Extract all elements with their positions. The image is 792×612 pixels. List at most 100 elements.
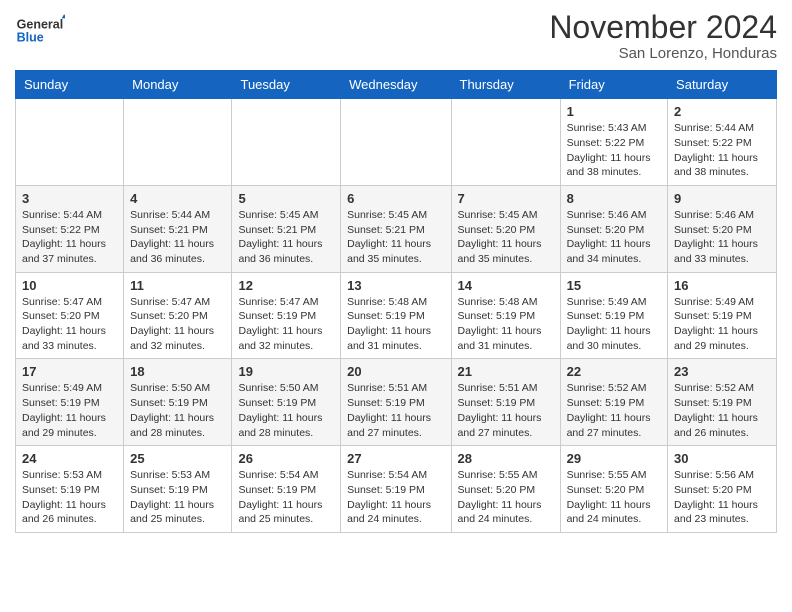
day-number: 4 bbox=[130, 191, 225, 206]
day-cell: 11Sunrise: 5:47 AMSunset: 5:20 PMDayligh… bbox=[124, 272, 232, 359]
day-number: 8 bbox=[567, 191, 661, 206]
day-info: Sunrise: 5:47 AMSunset: 5:19 PMDaylight:… bbox=[238, 295, 334, 354]
day-number: 16 bbox=[674, 278, 770, 293]
day-info: Sunrise: 5:47 AMSunset: 5:20 PMDaylight:… bbox=[22, 295, 117, 354]
day-cell: 4Sunrise: 5:44 AMSunset: 5:21 PMDaylight… bbox=[124, 185, 232, 272]
header: General Blue November 2024 San Lorenzo, … bbox=[15, 10, 777, 62]
day-cell: 8 Sunrise: 5:46 AMSunset: 5:20 PMDaylight… bbox=[560, 185, 667, 272]
day-number: 22 bbox=[567, 364, 661, 379]
day-number: 5 bbox=[238, 191, 334, 206]
day-cell: 24 Sunrise: 5:53 AMSunset: 5:19 PMDayligh… bbox=[16, 446, 124, 533]
day-info: Sunrise: 5:44 AMSunset: 5:22 PMDaylight:… bbox=[674, 121, 770, 180]
location: San Lorenzo, Honduras bbox=[549, 45, 777, 62]
day-number: 21 bbox=[458, 364, 554, 379]
day-number: 24 bbox=[22, 451, 117, 466]
day-cell: 18 Sunrise: 5:50 AMSunset: 5:19 PMDayligh… bbox=[124, 359, 232, 446]
day-cell: 15Sunrise: 5:49 AMSunset: 5:19 PMDayligh… bbox=[560, 272, 667, 359]
svg-text:Blue: Blue bbox=[17, 31, 44, 45]
day-number: 19 bbox=[238, 364, 334, 379]
day-cell: 29Sunrise: 5:55 AMSunset: 5:20 PMDayligh… bbox=[560, 446, 667, 533]
day-number: 20 bbox=[347, 364, 444, 379]
day-cell: 2 Sunrise: 5:44 AMSunset: 5:22 PMDaylight… bbox=[668, 99, 777, 186]
day-cell: 1Sunrise: 5:43 AMSunset: 5:22 PMDaylight… bbox=[560, 99, 667, 186]
day-cell: 28 Sunrise: 5:55 AMSunset: 5:20 PMDayligh… bbox=[451, 446, 560, 533]
day-info: Sunrise: 5:48 AMSunset: 5:19 PMDaylight:… bbox=[458, 295, 554, 354]
day-cell bbox=[124, 99, 232, 186]
month-title: November 2024 bbox=[549, 10, 777, 45]
day-cell: 21Sunrise: 5:51 AMSunset: 5:19 PMDayligh… bbox=[451, 359, 560, 446]
day-cell bbox=[341, 99, 451, 186]
calendar: SundayMondayTuesdayWednesdayThursdayFrid… bbox=[15, 70, 777, 533]
day-cell: 3Sunrise: 5:44 AMSunset: 5:22 PMDaylight… bbox=[16, 185, 124, 272]
col-header-saturday: Saturday bbox=[668, 71, 777, 99]
day-cell: 14 Sunrise: 5:48 AMSunset: 5:19 PMDayligh… bbox=[451, 272, 560, 359]
day-cell: 9 Sunrise: 5:46 AMSunset: 5:20 PMDaylight… bbox=[668, 185, 777, 272]
day-info: Sunrise: 5:53 AMSunset: 5:19 PMDaylight:… bbox=[130, 468, 225, 527]
col-header-wednesday: Wednesday bbox=[341, 71, 451, 99]
day-info: Sunrise: 5:46 AMSunset: 5:20 PMDaylight:… bbox=[674, 208, 770, 267]
day-cell bbox=[16, 99, 124, 186]
page: General Blue November 2024 San Lorenzo, … bbox=[0, 0, 792, 548]
day-cell: 13 Sunrise: 5:48 AMSunset: 5:19 PMDayligh… bbox=[341, 272, 451, 359]
day-number: 2 bbox=[674, 104, 770, 119]
svg-text:General: General bbox=[17, 17, 64, 31]
day-number: 28 bbox=[458, 451, 554, 466]
day-info: Sunrise: 5:46 AMSunset: 5:20 PMDaylight:… bbox=[567, 208, 661, 267]
day-info: Sunrise: 5:56 AMSunset: 5:20 PMDaylight:… bbox=[674, 468, 770, 527]
week-row-2: 3Sunrise: 5:44 AMSunset: 5:22 PMDaylight… bbox=[16, 185, 777, 272]
col-header-monday: Monday bbox=[124, 71, 232, 99]
day-number: 25 bbox=[130, 451, 225, 466]
col-header-tuesday: Tuesday bbox=[232, 71, 341, 99]
week-row-3: 10 Sunrise: 5:47 AMSunset: 5:20 PMDayligh… bbox=[16, 272, 777, 359]
week-row-1: 1Sunrise: 5:43 AMSunset: 5:22 PMDaylight… bbox=[16, 99, 777, 186]
week-row-5: 24 Sunrise: 5:53 AMSunset: 5:19 PMDayligh… bbox=[16, 446, 777, 533]
day-number: 9 bbox=[674, 191, 770, 206]
day-number: 1 bbox=[567, 104, 661, 119]
day-info: Sunrise: 5:50 AMSunset: 5:19 PMDaylight:… bbox=[130, 381, 225, 440]
day-cell: 10 Sunrise: 5:47 AMSunset: 5:20 PMDayligh… bbox=[16, 272, 124, 359]
day-info: Sunrise: 5:45 AMSunset: 5:21 PMDaylight:… bbox=[347, 208, 444, 267]
day-cell: 12 Sunrise: 5:47 AMSunset: 5:19 PMDayligh… bbox=[232, 272, 341, 359]
day-cell: 26Sunrise: 5:54 AMSunset: 5:19 PMDayligh… bbox=[232, 446, 341, 533]
title-block: November 2024 San Lorenzo, Honduras bbox=[549, 10, 777, 62]
day-number: 30 bbox=[674, 451, 770, 466]
day-info: Sunrise: 5:49 AMSunset: 5:19 PMDaylight:… bbox=[22, 381, 117, 440]
day-number: 17 bbox=[22, 364, 117, 379]
day-cell: 25 Sunrise: 5:53 AMSunset: 5:19 PMDayligh… bbox=[124, 446, 232, 533]
day-info: Sunrise: 5:54 AMSunset: 5:19 PMDaylight:… bbox=[238, 468, 334, 527]
day-info: Sunrise: 5:53 AMSunset: 5:19 PMDaylight:… bbox=[22, 468, 117, 527]
header-row: SundayMondayTuesdayWednesdayThursdayFrid… bbox=[16, 71, 777, 99]
col-header-thursday: Thursday bbox=[451, 71, 560, 99]
day-number: 3 bbox=[22, 191, 117, 206]
day-cell bbox=[451, 99, 560, 186]
day-cell bbox=[232, 99, 341, 186]
day-info: Sunrise: 5:52 AMSunset: 5:19 PMDaylight:… bbox=[567, 381, 661, 440]
day-number: 29 bbox=[567, 451, 661, 466]
day-number: 7 bbox=[458, 191, 554, 206]
day-cell: 5 Sunrise: 5:45 AMSunset: 5:21 PMDaylight… bbox=[232, 185, 341, 272]
day-cell: 16 Sunrise: 5:49 AMSunset: 5:19 PMDayligh… bbox=[668, 272, 777, 359]
day-info: Sunrise: 5:49 AMSunset: 5:19 PMDaylight:… bbox=[674, 295, 770, 354]
day-info: Sunrise: 5:49 AMSunset: 5:19 PMDaylight:… bbox=[567, 295, 661, 354]
day-cell: 6 Sunrise: 5:45 AMSunset: 5:21 PMDaylight… bbox=[341, 185, 451, 272]
day-cell: 20 Sunrise: 5:51 AMSunset: 5:19 PMDayligh… bbox=[341, 359, 451, 446]
day-info: Sunrise: 5:52 AMSunset: 5:19 PMDaylight:… bbox=[674, 381, 770, 440]
day-number: 12 bbox=[238, 278, 334, 293]
day-cell: 19 Sunrise: 5:50 AMSunset: 5:19 PMDayligh… bbox=[232, 359, 341, 446]
day-number: 6 bbox=[347, 191, 444, 206]
day-info: Sunrise: 5:48 AMSunset: 5:19 PMDaylight:… bbox=[347, 295, 444, 354]
day-number: 10 bbox=[22, 278, 117, 293]
day-info: Sunrise: 5:45 AMSunset: 5:21 PMDaylight:… bbox=[238, 208, 334, 267]
day-number: 18 bbox=[130, 364, 225, 379]
day-number: 13 bbox=[347, 278, 444, 293]
day-cell: 17 Sunrise: 5:49 AMSunset: 5:19 PMDayligh… bbox=[16, 359, 124, 446]
day-number: 11 bbox=[130, 278, 225, 293]
day-cell: 7Sunrise: 5:45 AMSunset: 5:20 PMDaylight… bbox=[451, 185, 560, 272]
day-cell: 30 Sunrise: 5:56 AMSunset: 5:20 PMDayligh… bbox=[668, 446, 777, 533]
day-info: Sunrise: 5:50 AMSunset: 5:19 PMDaylight:… bbox=[238, 381, 334, 440]
day-number: 27 bbox=[347, 451, 444, 466]
day-cell: 22 Sunrise: 5:52 AMSunset: 5:19 PMDayligh… bbox=[560, 359, 667, 446]
day-info: Sunrise: 5:55 AMSunset: 5:20 PMDaylight:… bbox=[458, 468, 554, 527]
day-info: Sunrise: 5:51 AMSunset: 5:19 PMDaylight:… bbox=[347, 381, 444, 440]
day-number: 14 bbox=[458, 278, 554, 293]
